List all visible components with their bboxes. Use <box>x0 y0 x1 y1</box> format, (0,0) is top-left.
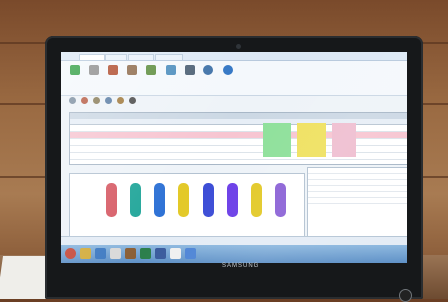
power-icon[interactable] <box>399 289 412 302</box>
info-icon <box>222 65 233 75</box>
bar <box>154 183 165 217</box>
toolbar-mini-icon[interactable] <box>93 97 100 104</box>
status-yellow-block <box>297 123 326 157</box>
toolbar-button[interactable] <box>218 65 237 88</box>
ribbon-tab[interactable] <box>155 54 183 60</box>
taskbar-icon[interactable] <box>110 248 121 259</box>
settings-icon <box>126 65 137 75</box>
check-icon <box>69 65 80 75</box>
ribbon-tab[interactable] <box>128 54 154 60</box>
taskbar-icon[interactable] <box>140 248 151 259</box>
table-row[interactable] <box>70 146 407 153</box>
bar <box>130 183 141 217</box>
bar <box>227 183 238 217</box>
taskbar-icon[interactable] <box>155 248 166 259</box>
laptop-screen <box>61 52 407 263</box>
info-line <box>308 198 407 204</box>
table-row[interactable] <box>70 153 407 160</box>
toolbar-button[interactable] <box>161 65 180 88</box>
taskbar-icon[interactable] <box>125 248 136 259</box>
table-row[interactable] <box>70 132 407 139</box>
table-row[interactable] <box>70 139 407 146</box>
taskbar-icon[interactable] <box>65 248 76 259</box>
info-pane <box>307 167 407 238</box>
ribbon-tab[interactable] <box>79 54 105 60</box>
database-icon <box>184 65 195 75</box>
taskbar-icon[interactable] <box>80 248 91 259</box>
toolbar-mini-icon[interactable] <box>69 97 76 104</box>
bar <box>275 183 286 217</box>
toolbar-button[interactable] <box>198 65 217 88</box>
toolbar-mini-icon[interactable] <box>81 97 88 104</box>
bar-chart-pane <box>69 173 305 238</box>
toolbar-button[interactable] <box>122 65 141 88</box>
bottom-tabs <box>61 236 407 245</box>
toolbar-mini-icon[interactable] <box>117 97 124 104</box>
laptop: SAMSUNG <box>45 36 423 302</box>
toolbar <box>61 61 407 96</box>
data-table <box>69 112 407 165</box>
taskbar-icon[interactable] <box>95 248 106 259</box>
ribbon-tabs <box>61 52 407 61</box>
bar <box>106 183 117 217</box>
user-icon <box>107 65 118 75</box>
trash-icon <box>88 65 99 75</box>
bar <box>203 183 214 217</box>
globe-icon <box>202 65 213 75</box>
toolbar-button[interactable] <box>65 65 84 88</box>
status-pink-block <box>332 123 356 157</box>
toolbar-button[interactable] <box>141 65 160 88</box>
toolbar-button[interactable] <box>84 65 103 88</box>
toolbar-mini-icon[interactable] <box>105 97 112 104</box>
table-row[interactable] <box>70 125 407 132</box>
brand-logo: SAMSUNG <box>222 263 260 269</box>
toolbar-button[interactable] <box>180 65 199 88</box>
taskbar-icon[interactable] <box>170 248 181 259</box>
toolbar-mini-icon[interactable] <box>129 97 136 104</box>
ribbon-tab[interactable] <box>105 54 127 60</box>
toolbar-button[interactable] <box>103 65 122 88</box>
taskbar <box>61 245 407 263</box>
status-green-block <box>263 123 291 157</box>
camera-icon <box>236 44 241 49</box>
taskbar-icon[interactable] <box>185 248 196 259</box>
bar <box>178 183 189 217</box>
bar <box>251 183 262 217</box>
document-icon <box>165 65 176 75</box>
chart-icon <box>145 65 156 75</box>
sub-toolbar <box>69 96 369 105</box>
